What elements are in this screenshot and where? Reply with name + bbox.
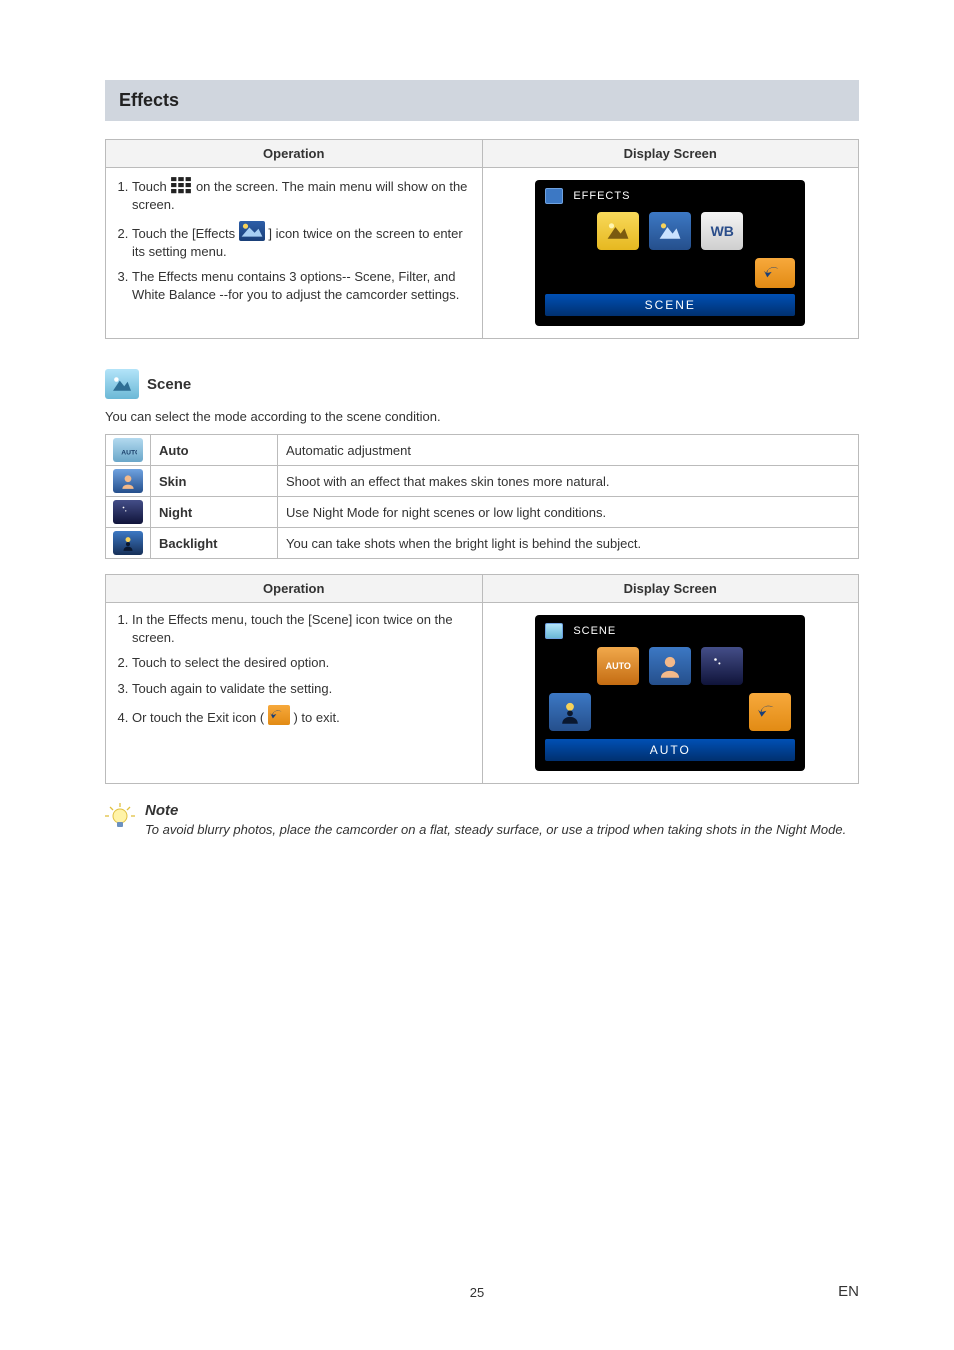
mode-name: Backlight [151, 528, 278, 559]
lightbulb-icon [105, 802, 135, 832]
scene-modes-table: AUTO Auto Automatic adjustment Skin Shoo… [105, 434, 859, 559]
text: Touch the [Effects [132, 226, 239, 241]
note-text: To avoid blurry photos, place the camcor… [145, 821, 846, 839]
mode-desc: Use Night Mode for night scenes or low l… [278, 497, 859, 528]
night-option-icon [701, 647, 743, 685]
filter-option-icon [649, 212, 691, 250]
scene-step-1: In the Effects menu, touch the [Scene] i… [132, 611, 474, 646]
table-row: Skin Shoot with an effect that makes ski… [106, 466, 859, 497]
menu-grid-icon [170, 176, 192, 194]
auto-mode-icon: AUTO [113, 438, 143, 462]
panel-footer: AUTO [545, 739, 795, 761]
panel-title-icon [545, 188, 563, 204]
table-row: Night Use Night Mode for night scenes or… [106, 497, 859, 528]
scene-step-2: Touch to select the desired option. [132, 654, 474, 672]
backlight-option-icon [549, 693, 591, 731]
panel-title-icon [545, 623, 563, 639]
scene-step-4: Or touch the Exit icon ( ) to exit. [132, 705, 474, 727]
mode-desc: Automatic adjustment [278, 435, 859, 466]
effects-operation-table: Operation Display Screen Touch on the sc… [105, 139, 859, 339]
note-block: Note To avoid blurry photos, place the c… [105, 802, 859, 839]
text: ) to exit. [293, 710, 339, 725]
mode-desc: You can take shots when the bright light… [278, 528, 859, 559]
text: Or touch the Exit icon ( [132, 710, 268, 725]
effects-step-1: Touch on the screen. The main menu will … [132, 176, 474, 213]
skin-option-icon [649, 647, 691, 685]
section-title: Effects [105, 80, 859, 121]
scene-step-3: Touch again to validate the setting. [132, 680, 474, 698]
scene-display-panel: SCENE AUTO [535, 615, 805, 771]
panel-footer: SCENE [545, 294, 795, 316]
effects-step-3: The Effects menu contains 3 options-- Sc… [132, 268, 474, 303]
svg-text:AUTO: AUTO [121, 450, 137, 457]
effects-icon [239, 221, 265, 241]
mode-name: Auto [151, 435, 278, 466]
table-row: AUTO Auto Automatic adjustment [106, 435, 859, 466]
mode-name: Skin [151, 466, 278, 497]
effects-display-panel: EFFECTS WB [535, 180, 805, 326]
wb-option-icon: WB [701, 212, 743, 250]
mode-name: Night [151, 497, 278, 528]
panel-title: EFFECTS [573, 190, 630, 202]
scene-heading-title: Scene [147, 376, 191, 393]
backlight-mode-icon [113, 531, 143, 555]
auto-option-icon: AUTO [597, 647, 639, 685]
text: Touch [132, 179, 170, 194]
note-title: Note [145, 802, 846, 819]
page-number: 25 [0, 1285, 954, 1300]
panel-title: SCENE [573, 625, 616, 637]
mode-desc: Shoot with an effect that makes skin ton… [278, 466, 859, 497]
header-operation: Operation [106, 140, 483, 168]
back-icon [749, 693, 791, 731]
scene-heading: Scene [105, 369, 859, 399]
effects-step-2: Touch the [Effects ] icon twice on the s… [132, 221, 474, 260]
scene-desc: You can select the mode according to the… [105, 409, 859, 424]
scene-operation-table: Operation Display Screen In the Effects … [105, 574, 859, 784]
header-display: Display Screen [482, 140, 859, 168]
scene-heading-icon [105, 369, 139, 399]
scene-option-icon [597, 212, 639, 250]
table-row: Backlight You can take shots when the br… [106, 528, 859, 559]
header-display: Display Screen [482, 575, 859, 603]
header-operation: Operation [106, 575, 483, 603]
back-icon [755, 258, 795, 288]
skin-mode-icon [113, 469, 143, 493]
night-mode-icon [113, 500, 143, 524]
exit-icon [268, 705, 290, 725]
language-label: EN [838, 1283, 859, 1300]
